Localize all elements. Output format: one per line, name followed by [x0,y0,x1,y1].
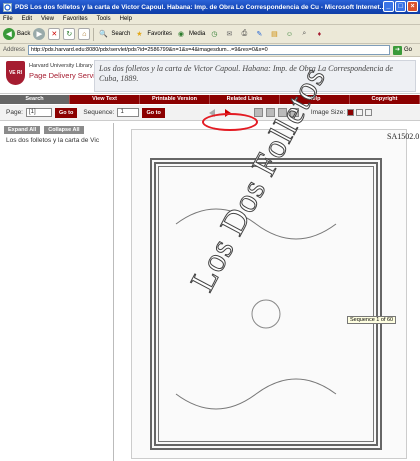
menu-file[interactable]: File [3,16,13,22]
tree-item[interactable]: Los dos folletos y la carta de Vic [0,137,113,144]
back-arrow-icon: ◀ [3,28,15,40]
nav-search[interactable]: Search [0,95,70,104]
home-icon[interactable]: ⌂ [78,28,91,40]
forward-arrow-icon[interactable]: ▶ [33,28,46,40]
expand-all-button[interactable]: Expand All [4,126,41,134]
harvard-shield-icon: VE RI [6,61,25,85]
star-icon: ★ [136,31,143,38]
go-arrow-icon: ➜ [393,45,403,55]
stop-icon[interactable]: ✕ [48,28,61,40]
nav-printable-version[interactable]: Printable Version [140,95,210,104]
structure-panel: Expand All Collapse All Los dos folletos… [0,123,114,461]
menu-bar: File Edit View Favorites Tools Help [0,14,420,25]
nav-view-text[interactable]: View Text [70,95,140,104]
ie-app-icon [3,2,12,12]
menu-favorites[interactable]: Favorites [63,16,88,22]
service-name: Page Delivery Service [29,71,103,80]
media-icon: ◉ [177,31,185,38]
window-titlebar: PDS Los dos folletos y la carta de Victo… [0,0,420,14]
menu-help[interactable]: Help [120,16,132,22]
messenger-icon[interactable]: ☺ [283,28,295,40]
back-button[interactable]: ◀ Back [3,28,30,40]
nav-related-links[interactable]: Related Links [210,95,280,104]
sequence-label: Sequence: [83,109,115,116]
favorites-label: Favorites [147,31,173,37]
page-viewer: SA1502.01 Los Dos Folletos Sequence 1 of… [115,60,420,461]
address-input[interactable]: http://pds.harvard.edu:8080/pdx/servlet/… [28,45,391,55]
sequence-goto-button[interactable]: Go to [142,107,165,118]
menu-view[interactable]: View [41,16,54,22]
handwritten-note: SA1502.01 [387,132,420,141]
highlight-circle [202,113,258,131]
menu-tools[interactable]: Tools [97,16,111,22]
page-input[interactable]: [1] [26,108,52,117]
menu-edit[interactable]: Edit [22,16,32,22]
page-content: VE RI Harvard University Library Page De… [0,57,420,461]
mail-icon[interactable]: ✉ [223,28,235,40]
folder-icon[interactable]: ▤ [268,28,280,40]
refresh-icon[interactable]: ↻ [63,28,76,40]
go-button[interactable]: ➜ Go [393,45,413,55]
image-size-large[interactable] [365,109,373,116]
close-button[interactable]: × [407,1,418,12]
sequence-input[interactable]: 1 [117,108,140,117]
edit-icon[interactable]: ✎ [253,28,265,40]
library-name: Harvard University Library [29,63,93,69]
search-label: Search [111,31,131,37]
go-label: Go [404,47,413,53]
search-button[interactable]: 🔍 Search [97,28,130,40]
pds-header: VE RI Harvard University Library Page De… [0,57,420,94]
print-icon[interactable]: ⎙ [238,28,250,40]
image-size-medium[interactable] [356,109,364,116]
maximize-button[interactable]: □ [395,1,406,12]
address-bar: Address http://pds.harvard.edu:8080/pdx/… [0,44,420,57]
image-size-small[interactable] [347,109,355,116]
document-title: Los dos folletos y la carta de Victor Ca… [94,60,416,92]
minimize-button[interactable]: _ [383,1,394,12]
page-goto-button[interactable]: Go to [55,107,78,118]
search-icon: 🔍 [98,31,108,38]
window-title: PDS Los dos folletos y la carta de Victo… [15,3,385,11]
address-label: Address [3,47,26,53]
pds-navbar: Search View Text Printable Version Relat… [0,95,420,104]
browser-toolbar: ◀ Back ▶ ✕ ↻ ⌂ 🔍 Search ★ Favorites ◉ Me… [0,25,420,44]
media-button[interactable]: ◉ Media [175,28,205,40]
media-label: Media [189,31,206,37]
favorites-button[interactable]: ★ Favorites [133,28,172,40]
research-icon[interactable]: ⌕ [298,28,310,40]
back-label: Back [17,31,31,37]
history-icon[interactable]: ◷ [208,28,220,40]
page-label: Page: [6,109,23,116]
sequence-tooltip: Sequence 1 of 60 [347,316,397,324]
nav-copyright[interactable]: Copyright [350,95,420,104]
zoom-icon[interactable] [253,108,263,117]
page-image[interactable]: SA1502.01 Los Dos Folletos [131,60,420,459]
collapse-all-button[interactable]: Collapse All [44,126,84,134]
discuss-icon[interactable]: ♦ [313,28,325,40]
